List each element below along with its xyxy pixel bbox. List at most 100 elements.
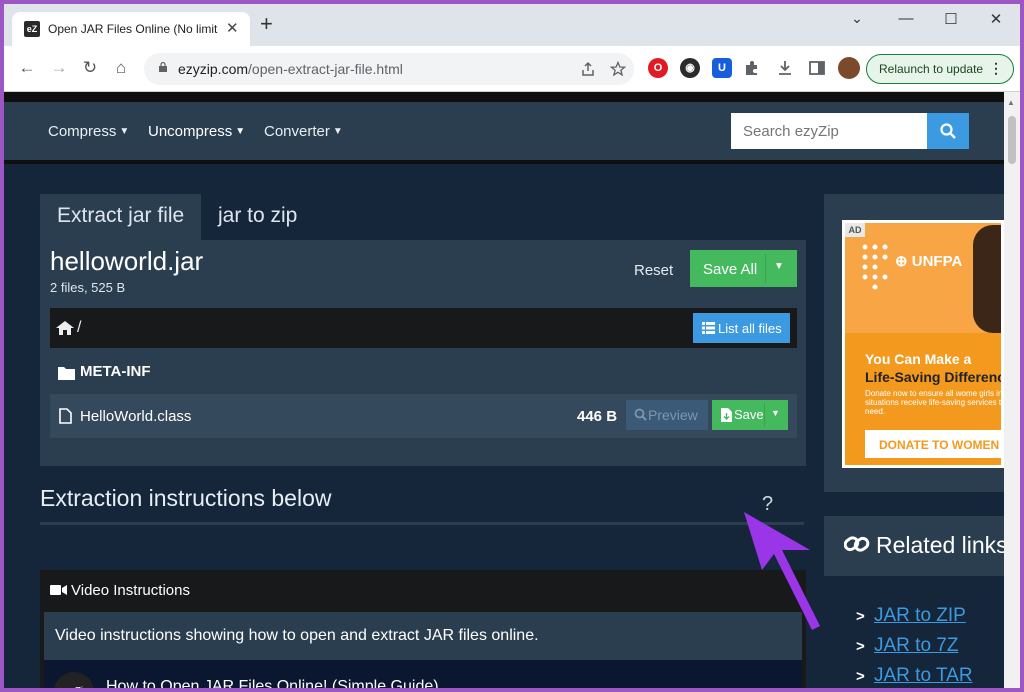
url-text: ezyzip.com/open-extract-jar-file.html — [178, 61, 403, 77]
list-all-files-button[interactable]: List all files — [693, 313, 790, 343]
url-domain: ezyzip.com — [178, 61, 249, 77]
tab-title: Open JAR Files Online (No limits — [48, 22, 218, 36]
address-bar[interactable]: ezyzip.com/open-extract-jar-file.html — [144, 53, 634, 85]
web-page: Compress▼ Uncompress▼ Converter▼ Extract… — [4, 92, 1004, 688]
side-panel-icon[interactable] — [808, 59, 826, 77]
browser-toolbar: ← → ↻ ⌂ ezyzip.com/open-extract-jar-file… — [4, 46, 1020, 92]
bookmark-star-icon[interactable] — [610, 61, 626, 77]
chevron-right-icon: > — [856, 638, 865, 655]
video-title[interactable]: How to Open JAR Files Online! (Simple Gu… — [106, 678, 439, 688]
video-header-label: Video Instructions — [71, 582, 190, 599]
tab-search-chevron-icon[interactable]: ⌄ — [842, 10, 872, 27]
folder-name: META-INF — [80, 363, 151, 380]
ad-photo — [973, 225, 1001, 333]
unfpa-ad[interactable]: AD ⊕ UNFPA You Can Make a Life-Saving Di… — [842, 220, 1004, 468]
ad-sidebar: AD ⊕ UNFPA You Can Make a Life-Saving Di… — [824, 194, 1004, 492]
path-breadcrumb: / List all files — [50, 308, 797, 348]
home-icon[interactable] — [55, 320, 75, 336]
donate-label: DONATE TO WOMEN — [879, 438, 1000, 452]
preview-button[interactable]: Preview — [626, 400, 708, 430]
caret-down-icon[interactable]: ▼ — [771, 408, 780, 418]
link-jar-to-7z[interactable]: JAR to 7Z — [874, 635, 958, 657]
save-all-label: Save All — [703, 261, 758, 278]
file-size: 446 B — [577, 408, 618, 425]
ad-tag: AD — [845, 223, 865, 237]
home-button[interactable]: ⌂ — [110, 58, 132, 78]
share-icon[interactable] — [580, 61, 596, 77]
nav-uncompress-label: Uncompress — [148, 123, 233, 140]
archive-name: helloworld.jar — [50, 246, 204, 276]
link-icon — [844, 536, 870, 552]
archive-summary: 2 files, 525 B — [50, 280, 126, 295]
search-input[interactable] — [731, 113, 927, 149]
reset-button[interactable]: Reset — [634, 262, 673, 279]
related-links-header: Related links — [824, 516, 1004, 576]
file-download-icon — [721, 408, 732, 422]
caret-down-icon: ▼ — [235, 126, 246, 137]
search-button[interactable] — [927, 113, 969, 149]
caret-down-icon: ▼ — [119, 126, 130, 137]
un-emblem-icon: ⊕ — [895, 253, 908, 270]
nav-converter[interactable]: Converter ▼ — [264, 123, 343, 140]
video-header: Video Instructions — [50, 582, 190, 599]
video-player[interactable]: ezyZip How to Open JAR Files Online! (Si… — [44, 660, 802, 688]
lock-icon — [159, 62, 167, 72]
donate-button[interactable]: DONATE TO WOMEN — [865, 430, 1001, 458]
chevron-right-icon: > — [856, 668, 865, 685]
page-scrollbar[interactable]: ▲ — [1004, 92, 1020, 688]
related-links-heading: Related links — [876, 532, 1004, 558]
minimize-button[interactable]: — — [891, 10, 921, 27]
link-jar-to-zip[interactable]: JAR to ZIP — [874, 605, 966, 627]
opera-extension-icon[interactable]: O — [648, 58, 668, 78]
bitwarden-extension-icon[interactable]: U — [712, 58, 732, 78]
nav-converter-label: Converter — [264, 123, 330, 140]
profile-avatar-icon[interactable] — [838, 57, 860, 79]
nav-uncompress[interactable]: Uncompress ▼ — [148, 123, 245, 140]
path-text: / — [77, 319, 82, 336]
extensions-puzzle-icon[interactable] — [743, 59, 761, 77]
archive-panel: helloworld.jar 2 files, 525 B Reset Save… — [40, 240, 806, 466]
file-row: HelloWorld.class 446 B Preview Save ▼ — [50, 394, 797, 438]
browser-menu-icon[interactable]: ⋮ — [989, 60, 1003, 77]
forward-button[interactable]: → — [48, 58, 70, 78]
save-button[interactable]: Save ▼ — [712, 400, 788, 430]
list-icon — [702, 322, 715, 334]
search-icon — [634, 408, 647, 421]
tab-jar-to-zip[interactable]: jar to zip — [201, 194, 321, 240]
new-tab-button[interactable]: + — [260, 13, 273, 35]
file-icon — [59, 408, 72, 424]
relaunch-to-update-button[interactable]: Relaunch to update ⋮ — [866, 54, 1014, 84]
caret-down-icon[interactable]: ▼ — [774, 261, 784, 272]
save-all-button[interactable]: Save All ▼ — [690, 250, 797, 287]
preview-label: Preview — [648, 407, 698, 423]
nav-compress-label: Compress — [48, 123, 117, 140]
list-all-files-label: List all files — [718, 321, 782, 336]
save-label: Save — [734, 407, 764, 422]
browser-tab[interactable]: eZ Open JAR Files Online (No limits ✕ — [12, 12, 250, 46]
navbar-divider — [4, 160, 1004, 164]
reload-button[interactable]: ↻ — [79, 58, 101, 78]
button-divider — [765, 254, 766, 283]
close-window-button[interactable]: ✕ — [981, 10, 1011, 28]
scrollbar-thumb[interactable] — [1008, 116, 1016, 164]
tab-strip: eZ Open JAR Files Online (No limits ✕ + … — [4, 4, 1020, 46]
ad-body: Donate now to ensure all wome girls in c… — [865, 389, 1003, 416]
ad-headline-2: Life-Saving Differenc — [865, 369, 1004, 385]
download-icon[interactable] — [776, 59, 794, 77]
folder-row[interactable]: META-INF — [50, 352, 797, 392]
chevron-right-icon: > — [856, 608, 865, 625]
video-section: Video Instructions Video instructions sh… — [40, 570, 806, 688]
back-button[interactable]: ← — [16, 58, 38, 78]
scroll-up-arrow-icon[interactable]: ▲ — [1007, 98, 1015, 107]
link-jar-to-tar[interactable]: JAR to TAR — [874, 665, 973, 687]
ad-headline-1: You Can Make a — [865, 351, 972, 367]
privacy-extension-icon[interactable]: ◉ — [680, 58, 700, 78]
instructions-heading: Extraction instructions below — [40, 485, 332, 511]
channel-avatar[interactable]: ezyZip — [54, 672, 94, 688]
nav-compress[interactable]: Compress ▼ — [48, 123, 129, 140]
tab-close-icon[interactable]: ✕ — [226, 19, 239, 37]
tab-extract-jar-file[interactable]: Extract jar file — [40, 194, 201, 240]
maximize-button[interactable]: ☐ — [936, 10, 966, 28]
instructions-divider — [40, 522, 804, 525]
unfpa-logo: ⊕ UNFPA — [895, 252, 962, 270]
